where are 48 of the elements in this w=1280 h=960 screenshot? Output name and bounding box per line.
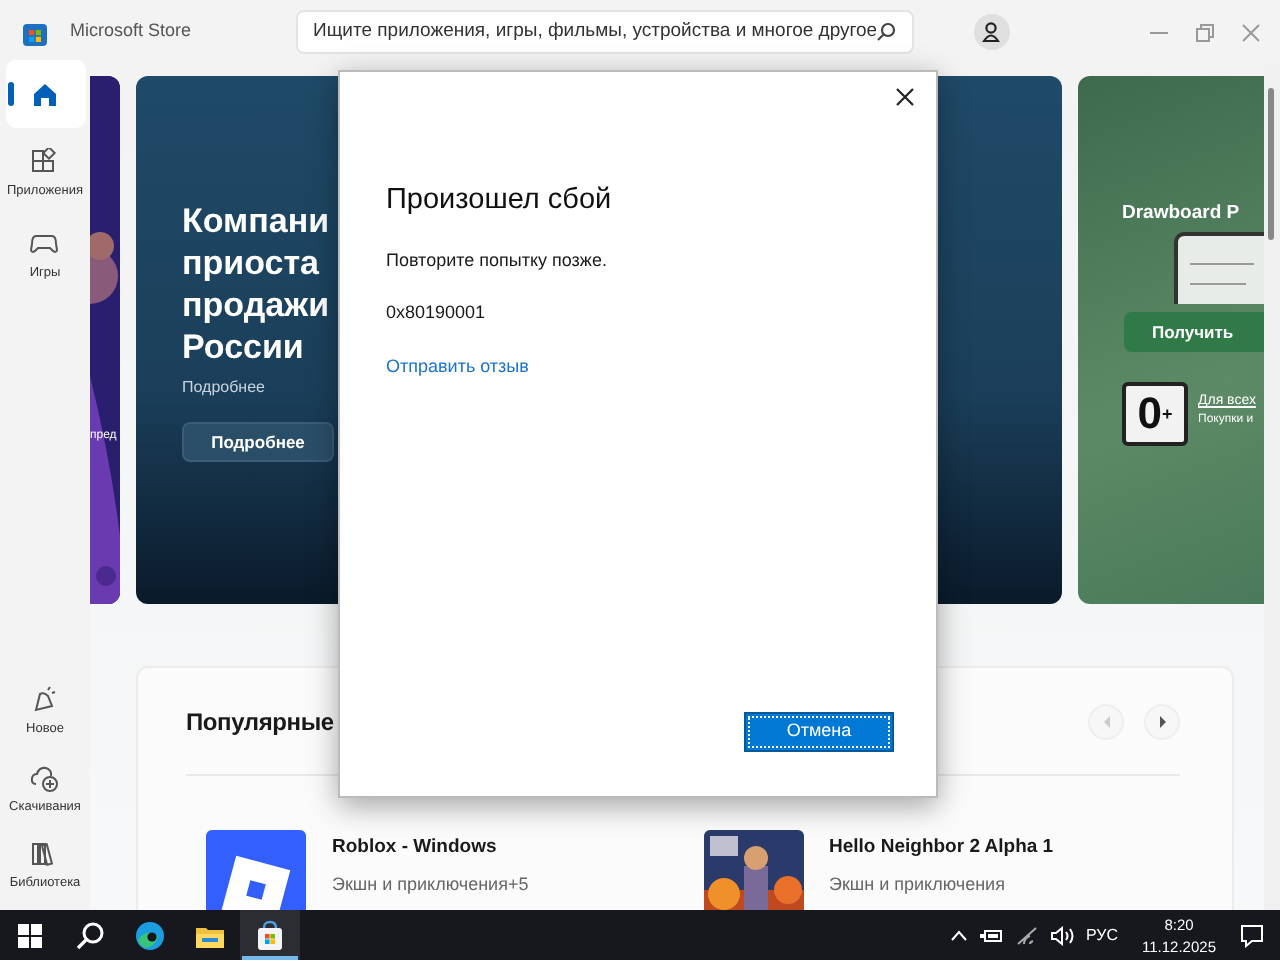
store-logo-icon [22,19,48,45]
app-name[interactable]: Roblox - Windows [332,834,529,863]
home-icon [30,80,60,108]
banner-title: России [182,326,304,368]
banner-subtitle: Подробнее [182,376,265,400]
dialog-title: Произошел сбой [386,182,614,220]
bell-icon [30,685,60,714]
store-icon[interactable] [254,919,286,951]
window-title: Microsoft Store [70,18,192,45]
cancel-button[interactable]: Отмена [744,712,894,752]
roblox-icon[interactable] [206,830,306,910]
notification-icon[interactable] [1240,923,1264,947]
battery-icon[interactable] [979,927,1004,943]
section-title: Популярные [186,705,334,739]
age-rating-badge: 0$^{+}$ [1122,382,1188,446]
apps-icon [30,148,60,176]
more-button[interactable]: Подробнее [182,422,334,462]
person-icon [982,22,1001,42]
close-button[interactable] [892,84,918,110]
next-button[interactable] [1144,703,1180,739]
language-indicator[interactable]: РУС [1085,923,1119,947]
dialog-message: Повторите попытку позже. [386,247,609,274]
banner-title: продажи [182,284,330,326]
caret-left-icon [1099,713,1113,729]
app-category: Экшн и приключения+5 [332,872,529,899]
close-icon[interactable] [1242,23,1260,41]
restore-icon[interactable] [1196,23,1214,41]
browser-icon[interactable] [134,919,166,951]
search-icon[interactable] [875,22,896,42]
get-button[interactable]: Получить [1124,312,1264,352]
app-title: Drawboard P [1122,200,1240,228]
windows-icon[interactable] [14,919,46,951]
error-code: 0x80190001 [386,300,488,327]
banner-title: приоста [182,242,319,284]
app-category: Экшн и приключения [829,872,1007,899]
banner-title: Компани [182,200,330,242]
caret-right-icon [1155,713,1169,729]
volume-icon[interactable] [1049,925,1074,945]
chevron-up-icon[interactable] [949,929,968,941]
tablet-drawing [1174,232,1264,304]
scrollbar[interactable] [1264,64,1280,910]
home-button[interactable] [5,60,85,128]
gamepad-icon [30,229,60,258]
app-name[interactable]: Hello Neighbor 2 Alpha 1 [829,834,1054,863]
account-button[interactable] [973,14,1010,50]
search-icon[interactable] [74,919,106,951]
feedback-link[interactable]: Отправить отзыв [386,353,529,381]
cloud-icon [30,763,60,791]
